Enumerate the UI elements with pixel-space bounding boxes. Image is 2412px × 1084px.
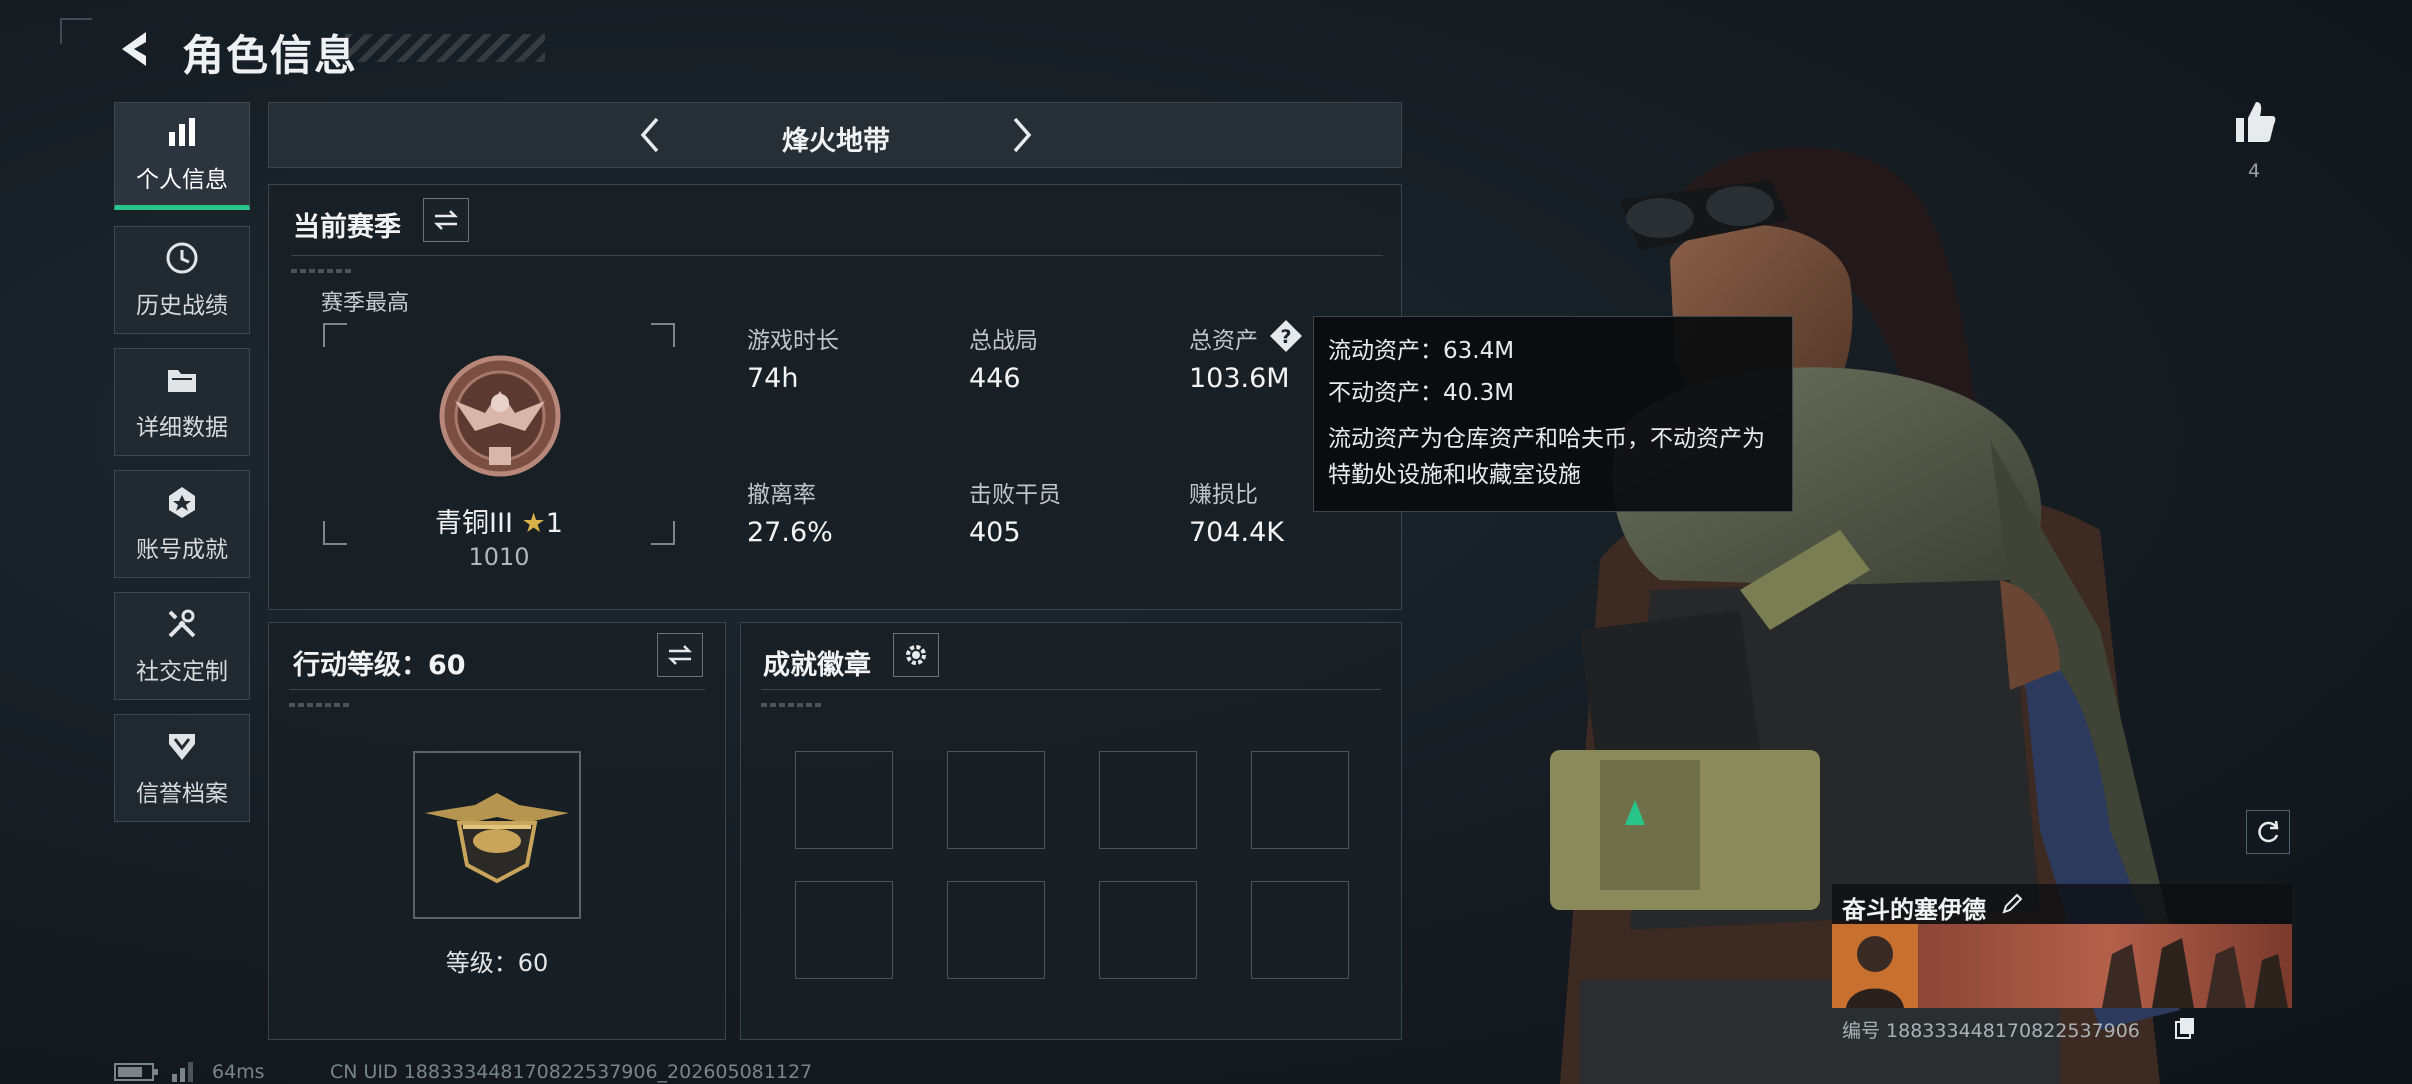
mode-selector-bar: 烽火地带	[268, 102, 1402, 168]
rank-name: 青铜III	[435, 508, 513, 539]
badge-slot[interactable]	[947, 881, 1045, 979]
folder-icon	[168, 370, 196, 392]
chevron-right-icon[interactable]	[999, 113, 1043, 157]
profile-id: 编号 1883334481708225379​06	[1842, 1020, 2140, 1042]
stat-label-extraction-rate: 撤离率	[747, 482, 816, 508]
stat-label-kills: 击败干员	[969, 482, 1061, 508]
sidebar-item-label: 账号成就	[136, 537, 228, 563]
badge-slot[interactable]	[947, 751, 1045, 849]
edit-pencil-icon[interactable]	[2000, 892, 2024, 916]
thumbs-up-icon[interactable]	[2230, 98, 2278, 146]
profile-banner[interactable]	[1832, 924, 2292, 1008]
sidebar-item-label: 个人信息	[136, 167, 228, 193]
stripe-decoration	[291, 269, 351, 273]
history-clock-icon	[166, 242, 198, 274]
season-panel-title: 当前赛季	[293, 212, 401, 243]
sidebar-item-social-custom[interactable]: 社交定制	[114, 592, 250, 700]
bar-chart-icon	[169, 118, 195, 146]
stat-value-total-matches: 446	[969, 363, 1021, 394]
sidebar-item-reputation[interactable]: 信誉档案	[114, 714, 250, 822]
assets-tooltip: 流动资产：63.4M 不动资产：40.3M 流动资产为仓库资产和哈夫币，不动资产…	[1313, 316, 1793, 512]
tooltip-description: 流动资产为仓库资产和哈夫币，不动资产为特勤处设施和收藏室设施	[1328, 426, 1765, 488]
tooltip-liquid-assets: 流动资产：63.4M	[1328, 338, 1515, 364]
refresh-icon	[2258, 820, 2279, 843]
badge-slot[interactable]	[1251, 751, 1349, 849]
helicopter-badge-icon	[425, 793, 569, 884]
sidebar-item-detailed-data[interactable]: 详细数据	[114, 348, 250, 456]
svg-text:?: ?	[1280, 326, 1291, 348]
badge-slot[interactable]	[1251, 881, 1349, 979]
mode-title: 烽火地带	[782, 126, 890, 157]
help-question-icon[interactable]: ?	[1269, 319, 1303, 353]
action-level-panel: 行动等级：60 等级：60	[268, 622, 726, 1040]
divider	[289, 689, 705, 690]
badge-slot[interactable]	[795, 751, 893, 849]
current-season-panel: 当前赛季 赛季最高 青铜III ★1 1010 游戏时长 74h 总战局 446…	[268, 184, 1402, 610]
gear-icon	[906, 645, 926, 665]
achievement-settings-button[interactable]	[893, 633, 939, 677]
sidebar-item-history[interactable]: 历史战绩	[114, 226, 250, 334]
sidebar-item-label: 历史战绩	[136, 293, 228, 319]
action-level-switch-button[interactable]	[657, 633, 703, 677]
ping-text: 64ms	[212, 1061, 265, 1083]
achievement-badges-panel: 成就徽章	[740, 622, 1402, 1040]
season-switch-button[interactable]	[423, 198, 469, 242]
action-level-title: 行动等级：60	[293, 650, 466, 681]
stat-value-profit-loss: 704.4K	[1189, 517, 1285, 548]
badge-slot[interactable]	[795, 881, 893, 979]
title-stripe-decoration	[345, 34, 545, 62]
squad-silhouette-icon	[2102, 938, 2288, 1008]
achievement-title: 成就徽章	[763, 650, 871, 681]
sidebar-item-personal-info[interactable]: 个人信息	[114, 102, 250, 210]
stat-label-profit-loss: 赚损比	[1189, 482, 1258, 508]
stripe-decoration	[761, 703, 821, 707]
divider	[291, 255, 1383, 256]
badge-slot[interactable]	[1099, 751, 1197, 849]
stat-value-total-assets: 103.6M	[1189, 363, 1290, 394]
refresh-button[interactable]	[2246, 810, 2290, 854]
avatar[interactable]	[1832, 924, 1918, 1008]
level-text: 等级：60	[445, 949, 549, 977]
profile-name-bar: 奋斗的塞伊德	[1832, 884, 2292, 924]
signal-icon	[172, 1062, 193, 1082]
back-arrow-icon[interactable]	[112, 26, 158, 72]
stripe-decoration	[289, 703, 349, 707]
stat-value-playtime: 74h	[747, 363, 799, 394]
page-title: 角色信息	[182, 31, 359, 80]
sidebar-item-label: 信誉档案	[136, 781, 228, 807]
divider	[761, 689, 1381, 690]
battery-icon	[114, 1063, 158, 1081]
tools-icon	[168, 609, 196, 638]
profile-name: 奋斗的塞伊德	[1842, 896, 1986, 924]
tooltip-fixed-assets: 不动资产：40.3M	[1328, 380, 1515, 406]
rank-stars: 1	[545, 508, 563, 539]
corner-decoration	[60, 18, 92, 44]
stat-value-kills: 405	[969, 517, 1021, 548]
copy-icon[interactable]	[2174, 1016, 2196, 1040]
sidebar-item-label: 社交定制	[136, 659, 228, 685]
stat-value-extraction-rate: 27.6%	[747, 517, 833, 548]
stat-label-playtime: 游戏时长	[747, 328, 839, 354]
rank-name-row: 青铜III ★1	[323, 501, 675, 540]
star-icon: ★	[521, 508, 546, 539]
achievement-icon	[169, 487, 195, 518]
sidebar-item-label: 详细数据	[136, 415, 228, 441]
avatar-face-icon	[1846, 936, 1904, 1008]
sidebar-item-achievements[interactable]: 账号成就	[114, 470, 250, 578]
swap-arrows-icon	[667, 645, 693, 665]
stat-label-total-matches: 总战局	[969, 328, 1038, 354]
shield-badge-icon	[169, 734, 195, 760]
like-count: 4	[2247, 160, 2261, 182]
level-badge-frame	[413, 751, 581, 919]
bronze-rank-emblem-icon	[439, 355, 561, 477]
swap-arrows-icon	[433, 210, 459, 230]
uid-text: CN UID 1883334481708225379​06_2026050811…	[330, 1061, 813, 1083]
rank-score: 1010	[468, 543, 530, 571]
season-highest-label: 赛季最高	[321, 291, 410, 316]
stat-label-total-assets: 总资产	[1189, 328, 1258, 354]
badge-slot[interactable]	[1099, 881, 1197, 979]
